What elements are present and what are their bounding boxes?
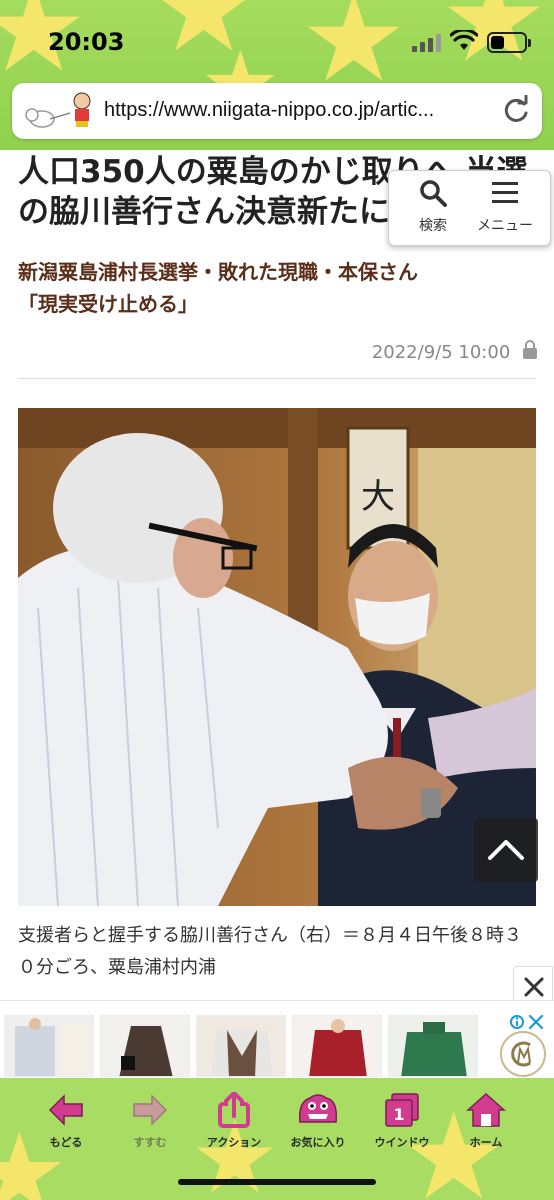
ad-product-thumb[interactable]: [292, 1015, 382, 1077]
ad-product-thumb[interactable]: [388, 1015, 478, 1077]
back-button[interactable]: もどる: [21, 1092, 111, 1150]
action-label: アクション: [206, 1136, 262, 1149]
character-logo-icon: [25, 92, 91, 128]
home-icon: [466, 1092, 506, 1127]
ad-product-thumb[interactable]: [196, 1015, 286, 1077]
reload-icon[interactable]: [500, 95, 532, 127]
address-bar[interactable]: https://www.niigata-nippo.co.jp/artic...: [12, 83, 542, 139]
url-text[interactable]: https://www.niigata-nippo.co.jp/artic...: [104, 99, 494, 122]
window-count: 1: [393, 1105, 404, 1124]
status-time: 20:03: [48, 28, 125, 56]
scroll-to-top-button[interactable]: [474, 818, 538, 882]
window-icon: 1: [385, 1093, 419, 1127]
window-button[interactable]: 1 ウインドウ: [357, 1092, 447, 1150]
ad-banner[interactable]: [0, 1000, 554, 1078]
ad-product-thumb[interactable]: [100, 1015, 190, 1077]
favorites-label: お気に入り: [290, 1136, 346, 1149]
article-subhead: 新潟粟島浦村長選挙・敗れた現職・本保さん 「現実受け止める」: [18, 256, 538, 320]
menu-button[interactable]: メニュー: [465, 179, 545, 235]
home-label: ホーム: [469, 1136, 503, 1149]
ad-brand-logo-icon: [500, 1031, 546, 1077]
article-photo[interactable]: 大: [18, 408, 536, 906]
subhead-line: 新潟粟島浦村長選挙・敗れた現職・本保さん: [18, 260, 418, 284]
article-content: 人口350人の粟島のかじ取りへ 当選の脇川善行さん決意新たに 新潟粟島浦村長選挙…: [0, 150, 554, 1000]
cellular-signal-icon: [412, 34, 442, 52]
article-date-row: 2022/9/5 10:00: [280, 340, 538, 363]
search-button[interactable]: 検索: [393, 179, 473, 235]
forward-button[interactable]: すすむ: [105, 1092, 195, 1150]
sign-character: 大: [361, 477, 395, 517]
search-menu-panel: 検索 メニュー: [388, 170, 551, 246]
ad-product-thumb[interactable]: [4, 1015, 94, 1077]
hamburger-menu-icon: [492, 182, 518, 203]
share-icon: [218, 1091, 250, 1128]
search-icon: [420, 180, 447, 207]
home-button[interactable]: ホーム: [441, 1092, 531, 1150]
home-indicator: [178, 1179, 376, 1185]
subhead-line: 「現実受け止める」: [18, 292, 198, 316]
menu-label: メニュー: [477, 218, 533, 234]
battery-cap: [528, 39, 531, 47]
photo-caption: 支援者らと握手する脇川善行さん（右）＝８月４日午後８時３０分ごろ、粟島浦村内浦: [18, 925, 522, 978]
arrow-right-icon: [133, 1094, 168, 1126]
battery-icon: [487, 32, 527, 53]
back-label: もどる: [49, 1136, 83, 1149]
lock-icon: [523, 340, 537, 359]
search-label: 検索: [419, 218, 447, 234]
chevron-up-icon: [488, 840, 524, 860]
arrow-left-icon: [48, 1094, 83, 1126]
divider: [18, 378, 536, 379]
favorites-character-icon: [298, 1094, 338, 1123]
ad-choices-icon[interactable]: [510, 1013, 550, 1031]
status-bar: 20:03: [0, 18, 554, 68]
battery-level: [491, 36, 504, 49]
wifi-icon: [450, 30, 478, 50]
favorites-button[interactable]: お気に入り: [273, 1092, 363, 1150]
article-date: 2022/9/5 10:00: [371, 342, 511, 363]
action-button[interactable]: アクション: [189, 1091, 279, 1150]
forward-label: すすむ: [133, 1136, 167, 1149]
window-label: ウインドウ: [374, 1136, 430, 1149]
